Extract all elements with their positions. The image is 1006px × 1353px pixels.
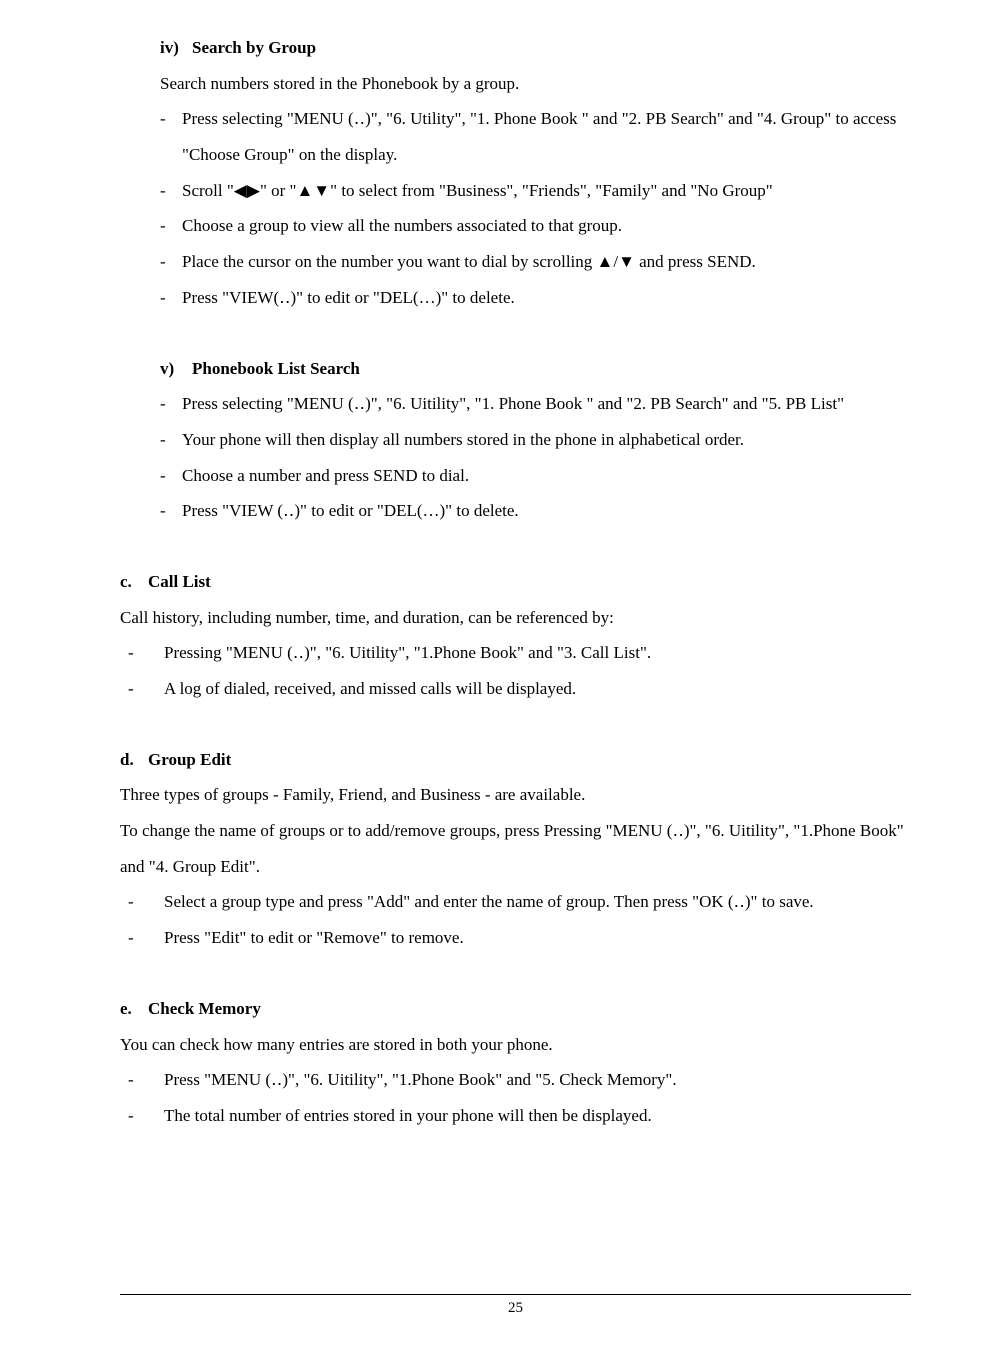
dash-icon: - — [160, 422, 182, 458]
step-text: Press selecting "MENU (‥)", "6. Utility"… — [182, 101, 911, 172]
heading-iv-num: iv) — [160, 30, 192, 66]
spacer — [120, 956, 911, 991]
item-text: The total number of entries stored in yo… — [164, 1098, 911, 1134]
item-text: Select a group type and press "Add" and … — [164, 884, 911, 920]
heading-c-letter: c. — [120, 564, 148, 600]
list-item: -Press "Edit" to edit or "Remove" to rem… — [128, 920, 911, 956]
list-item: -A log of dialed, received, and missed c… — [128, 671, 911, 707]
step-text: Press selecting "MENU (‥)", "6. Uitility… — [182, 386, 911, 422]
intro-iv: Search numbers stored in the Phonebook b… — [120, 66, 911, 102]
step-text: Your phone will then display all numbers… — [182, 422, 911, 458]
item-text: Pressing "MENU (‥)", "6. Uitility", "1.P… — [164, 635, 911, 671]
heading-v-title: Phonebook List Search — [192, 359, 360, 378]
list-d: -Select a group type and press "Add" and… — [120, 884, 911, 955]
spacer — [120, 316, 911, 351]
heading-v-num: v) — [160, 351, 192, 387]
step-item: -Press selecting "MENU (‥)", "6. Utility… — [160, 101, 911, 172]
heading-d: d.Group Edit — [120, 742, 911, 778]
list-item: -Press "MENU (‥)", "6. Uitility", "1.Pho… — [128, 1062, 911, 1098]
heading-e-title: Check Memory — [148, 999, 261, 1018]
step-item: -Choose a group to view all the numbers … — [160, 208, 911, 244]
heading-v: v)Phonebook List Search — [120, 351, 911, 387]
step-item: -Press selecting "MENU (‥)", "6. Uitilit… — [160, 386, 911, 422]
list-item: -Select a group type and press "Add" and… — [128, 884, 911, 920]
heading-c: c.Call List — [120, 564, 911, 600]
page-content: iv)Search by Group Search numbers stored… — [120, 30, 911, 1270]
steps-iv: -Press selecting "MENU (‥)", "6. Utility… — [120, 101, 911, 315]
heading-c-title: Call List — [148, 572, 211, 591]
step-item: -Press "VIEW(‥)" to edit or "DEL(…)" to … — [160, 280, 911, 316]
item-text: A log of dialed, received, and missed ca… — [164, 671, 911, 707]
heading-e: e.Check Memory — [120, 991, 911, 1027]
dash-icon: - — [160, 208, 182, 244]
page-number: 25 — [508, 1300, 523, 1316]
dash-icon: - — [160, 244, 182, 280]
heading-e-letter: e. — [120, 991, 148, 1027]
intro-e: You can check how many entries are store… — [120, 1027, 911, 1063]
heading-d-letter: d. — [120, 742, 148, 778]
step-item: -Your phone will then display all number… — [160, 422, 911, 458]
step-item: -Choose a number and press SEND to dial. — [160, 458, 911, 494]
intro-c: Call history, including number, time, an… — [120, 600, 911, 636]
step-text: Press "VIEW (‥)" to edit or "DEL(…)" to … — [182, 493, 911, 529]
step-text: Choose a number and press SEND to dial. — [182, 458, 911, 494]
step-text: Place the cursor on the number you want … — [182, 244, 911, 280]
dash-icon: - — [160, 101, 182, 172]
spacer — [120, 529, 911, 564]
item-text: Press "MENU (‥)", "6. Uitility", "1.Phon… — [164, 1062, 911, 1098]
dash-icon: - — [128, 920, 164, 956]
steps-v: -Press selecting "MENU (‥)", "6. Uitilit… — [120, 386, 911, 529]
dash-icon: - — [128, 635, 164, 671]
step-item: -Press "VIEW (‥)" to edit or "DEL(…)" to… — [160, 493, 911, 529]
dash-icon: - — [128, 884, 164, 920]
dash-icon: - — [160, 493, 182, 529]
list-e: -Press "MENU (‥)", "6. Uitility", "1.Pho… — [120, 1062, 911, 1133]
dash-icon: - — [160, 173, 182, 209]
step-text: Scroll "◀▶" or "▲▼" to select from "Busi… — [182, 173, 911, 209]
intro-d-2: To change the name of groups or to add/r… — [120, 813, 911, 884]
heading-iv: iv)Search by Group — [120, 30, 911, 66]
step-text: Press "VIEW(‥)" to edit or "DEL(…)" to d… — [182, 280, 911, 316]
dash-icon: - — [160, 280, 182, 316]
step-item: -Place the cursor on the number you want… — [160, 244, 911, 280]
dash-icon: - — [160, 386, 182, 422]
heading-d-title: Group Edit — [148, 750, 231, 769]
page-footer: 25 — [120, 1294, 911, 1317]
list-item: -Pressing "MENU (‥)", "6. Uitility", "1.… — [128, 635, 911, 671]
intro-d-1: Three types of groups - Family, Friend, … — [120, 777, 911, 813]
step-item: -Scroll "◀▶" or "▲▼" to select from "Bus… — [160, 173, 911, 209]
dash-icon: - — [128, 1062, 164, 1098]
step-text: Choose a group to view all the numbers a… — [182, 208, 911, 244]
dash-icon: - — [128, 1098, 164, 1134]
item-text: Press "Edit" to edit or "Remove" to remo… — [164, 920, 911, 956]
dash-icon: - — [160, 458, 182, 494]
spacer — [120, 707, 911, 742]
list-c: -Pressing "MENU (‥)", "6. Uitility", "1.… — [120, 635, 911, 706]
heading-iv-title: Search by Group — [192, 38, 316, 57]
list-item: -The total number of entries stored in y… — [128, 1098, 911, 1134]
dash-icon: - — [128, 671, 164, 707]
